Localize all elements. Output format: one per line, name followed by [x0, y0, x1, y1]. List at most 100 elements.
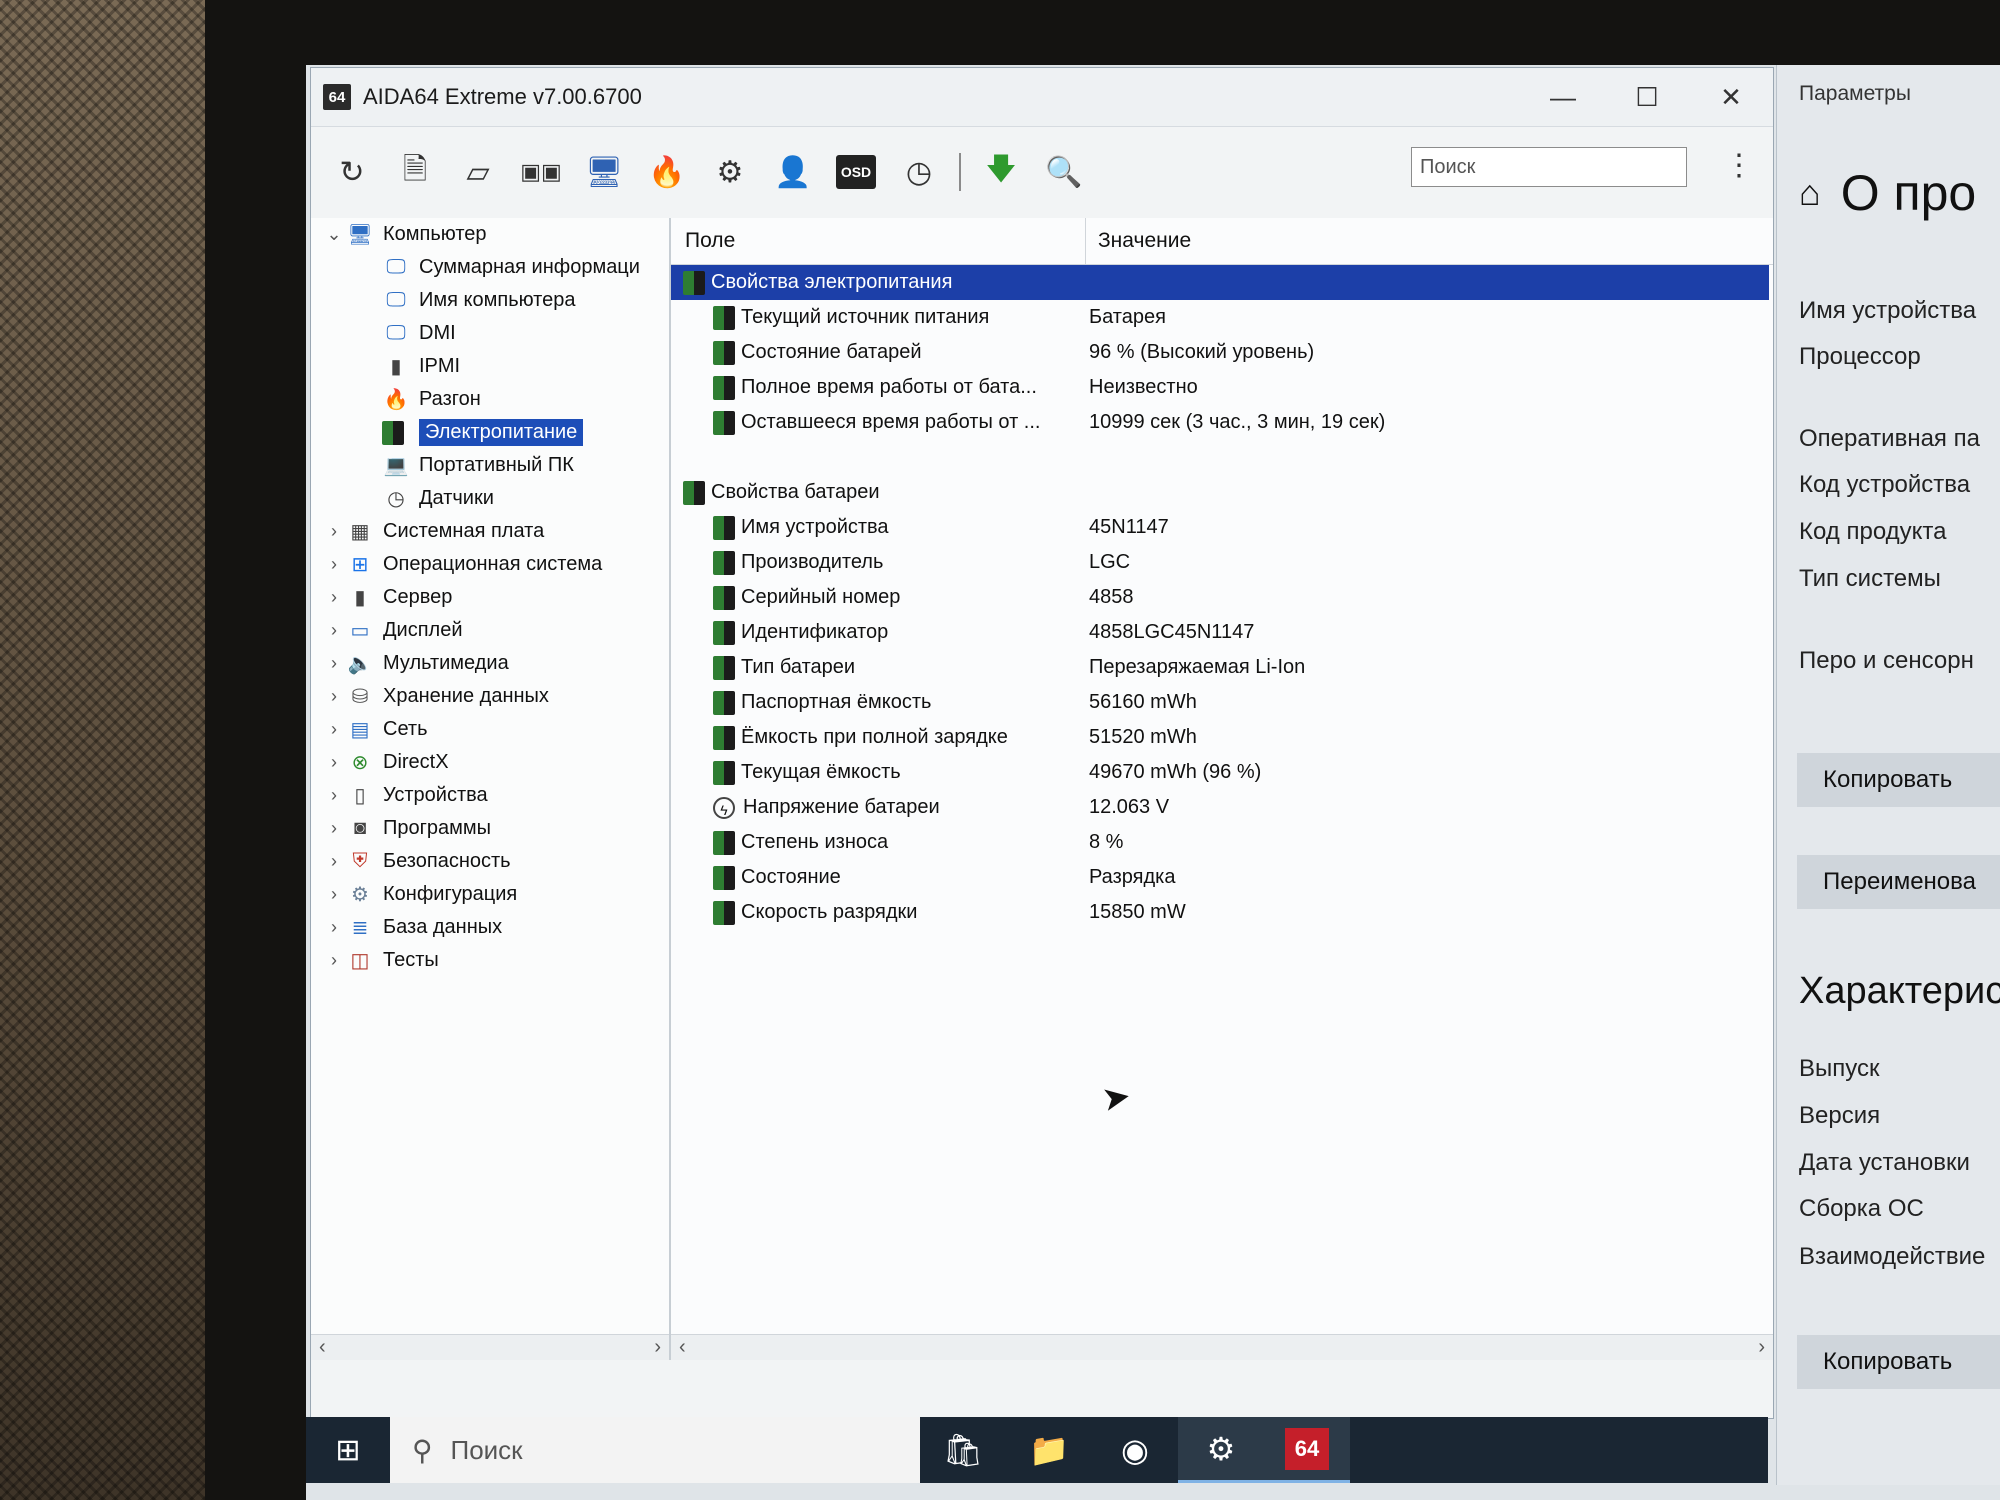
flame-icon: 🔥: [383, 389, 409, 411]
tasks-icon[interactable]: ⚙: [707, 149, 753, 195]
chevron-right-icon[interactable]: ›: [323, 785, 345, 806]
chevron-right-icon[interactable]: ›: [323, 884, 345, 905]
tree-item-label: Тесты: [383, 949, 439, 971]
scroll-left-icon[interactable]: ‹: [319, 1336, 326, 1359]
tree-item-label: Разгон: [419, 388, 481, 410]
table-row[interactable]: Состояние Разрядка: [671, 860, 1773, 895]
tree-item[interactable]: › ⊞ Операционная система: [311, 548, 669, 581]
table-row[interactable]: Состояние батарей 96 % (Высокий уровень): [671, 335, 1773, 370]
tree-item[interactable]: › ⚙ Конфигурация: [311, 878, 669, 911]
taskbar-search[interactable]: ⚲ Поиск: [390, 1417, 920, 1483]
table-group-row[interactable]: Свойства электропитания: [671, 265, 1769, 300]
tree-item[interactable]: › ⛁ Хранение данных: [311, 680, 669, 713]
network-icon[interactable]: 🖥: [581, 149, 627, 195]
tree-item[interactable]: › ▦ Системная плата: [311, 515, 669, 548]
tree-item[interactable]: 🖵 Имя компьютера: [311, 284, 669, 317]
user-icon[interactable]: 👤: [770, 149, 816, 195]
settings-header: Параметры: [1799, 82, 1911, 105]
table-horizontal-scrollbar[interactable]: ‹ ›: [671, 1334, 1773, 1360]
chevron-right-icon[interactable]: ›: [323, 653, 345, 674]
refresh-icon[interactable]: ↻: [329, 149, 375, 195]
tree-item[interactable]: 💻 Портативный ПК: [311, 449, 669, 482]
column-header-field[interactable]: Поле: [671, 218, 1086, 264]
tree-item[interactable]: 🖵 Суммарная информаци: [311, 251, 669, 284]
scroll-left-icon[interactable]: ‹: [679, 1336, 686, 1359]
tree-item[interactable]: › ▯ Устройства: [311, 779, 669, 812]
taskbar-settings[interactable]: ⚙: [1178, 1417, 1264, 1483]
chevron-right-icon[interactable]: ›: [323, 521, 345, 542]
table-row[interactable]: ϟ Напряжение батареи 12.063 V: [671, 790, 1773, 825]
table-row[interactable]: Серийный номер 4858: [671, 580, 1773, 615]
table-row[interactable]: Степень износа 8 %: [671, 825, 1773, 860]
taskbar-chrome[interactable]: ◉: [1092, 1417, 1178, 1483]
gauge-icon[interactable]: ◷: [896, 149, 942, 195]
chevron-right-icon[interactable]: ›: [323, 752, 345, 773]
tree-item[interactable]: › ◙ Программы: [311, 812, 669, 845]
table-row[interactable]: Оставшееся время работы от ... 10999 сек …: [671, 405, 1773, 440]
chevron-right-icon[interactable]: ›: [323, 620, 345, 641]
scroll-right-icon[interactable]: ›: [654, 1336, 661, 1359]
table-row[interactable]: Имя устройства 45N1147: [671, 510, 1773, 545]
aida64-app-icon: 64: [323, 84, 351, 110]
chevron-right-icon[interactable]: ›: [323, 851, 345, 872]
tree-item[interactable]: › ◫ Тесты: [311, 944, 669, 977]
home-icon[interactable]: ⌂: [1799, 172, 1821, 214]
more-options-icon[interactable]: ⋮: [1724, 151, 1754, 181]
tree-item[interactable]: › ≣ База данных: [311, 911, 669, 944]
column-header-value[interactable]: Значение: [1086, 218, 1191, 264]
tree-item[interactable]: › ▮ Сервер: [311, 581, 669, 614]
tree-item[interactable]: 🔥 Разгон: [311, 383, 669, 416]
table-row[interactable]: Производитель LGC: [671, 545, 1773, 580]
tree-item[interactable]: ◷ Датчики: [311, 482, 669, 515]
chevron-right-icon[interactable]: ›: [323, 719, 345, 740]
flame-icon[interactable]: 🔥: [644, 149, 690, 195]
chevron-right-icon[interactable]: ›: [323, 950, 345, 971]
chevron-right-icon[interactable]: ›: [323, 587, 345, 608]
table-row[interactable]: Текущий источник питания Батарея: [671, 300, 1773, 335]
close-button[interactable]: ✕: [1689, 68, 1773, 126]
table-row[interactable]: Текущая ёмкость 49670 mWh (96 %): [671, 755, 1773, 790]
table-row[interactable]: Ёмкость при полной зарядке 51520 mWh: [671, 720, 1773, 755]
field-label: Паспортная ёмкость: [741, 691, 932, 713]
table-group-row[interactable]: Свойства батареи: [671, 475, 1773, 510]
tree-item[interactable]: 🖵 DMI: [311, 317, 669, 350]
start-button[interactable]: ⊞: [306, 1433, 390, 1468]
chevron-down-icon[interactable]: ⌄: [323, 224, 345, 245]
battery-plug-icon: [382, 420, 404, 445]
memory-icon[interactable]: ▣▣: [518, 149, 564, 195]
tree-item[interactable]: ⌄ 🖥 Компьютер: [311, 218, 669, 251]
motherboard-icon[interactable]: ▱: [455, 149, 501, 195]
table-row[interactable]: Скорость разрядки 15850 mW: [671, 895, 1773, 930]
report-icon[interactable]: 🗎: [392, 149, 438, 195]
download-icon[interactable]: 🡇: [978, 149, 1024, 195]
tree-horizontal-scrollbar[interactable]: ‹ ›: [311, 1334, 669, 1360]
copy-button[interactable]: Копировать: [1797, 753, 2000, 807]
table-row[interactable]: Идентификатор 4858LGC45N1147: [671, 615, 1773, 650]
tree-item[interactable]: › ▤ Сеть: [311, 713, 669, 746]
tree-item[interactable]: Электропитание: [311, 416, 669, 449]
osd-button[interactable]: OSD: [833, 149, 879, 195]
rename-button[interactable]: Переименова: [1797, 855, 2000, 909]
table-row[interactable]: Тип батареи Перезаряжаемая Li-Ion: [671, 650, 1773, 685]
tree-item[interactable]: › 🔈 Мультимедиа: [311, 647, 669, 680]
search-input[interactable]: Поиск: [1411, 147, 1687, 187]
tree-item[interactable]: › ▭ Дисплей: [311, 614, 669, 647]
scroll-right-icon[interactable]: ›: [1758, 1336, 1765, 1359]
tree-item[interactable]: › ⛨ Безопасность: [311, 845, 669, 878]
tree-item[interactable]: ▮ IPMI: [311, 350, 669, 383]
xbox-icon: ⊗: [351, 752, 369, 774]
chevron-right-icon[interactable]: ›: [323, 917, 345, 938]
search-icon[interactable]: 🔍: [1041, 149, 1087, 195]
tree-item[interactable]: › ⊗ DirectX: [311, 746, 669, 779]
chevron-right-icon[interactable]: ›: [323, 818, 345, 839]
minimize-button[interactable]: —: [1521, 68, 1605, 126]
taskbar-store[interactable]: 🛍: [920, 1417, 1006, 1483]
chevron-right-icon[interactable]: ›: [323, 554, 345, 575]
chevron-right-icon[interactable]: ›: [323, 686, 345, 707]
maximize-button[interactable]: ☐: [1605, 68, 1689, 126]
table-row[interactable]: Полное время работы от бата... Неизвестно: [671, 370, 1773, 405]
table-row[interactable]: Паспортная ёмкость 56160 mWh: [671, 685, 1773, 720]
copy-button-2[interactable]: Копировать: [1797, 1335, 2000, 1389]
taskbar-aida64[interactable]: 64: [1264, 1417, 1350, 1483]
taskbar-explorer[interactable]: 📁: [1006, 1417, 1092, 1483]
